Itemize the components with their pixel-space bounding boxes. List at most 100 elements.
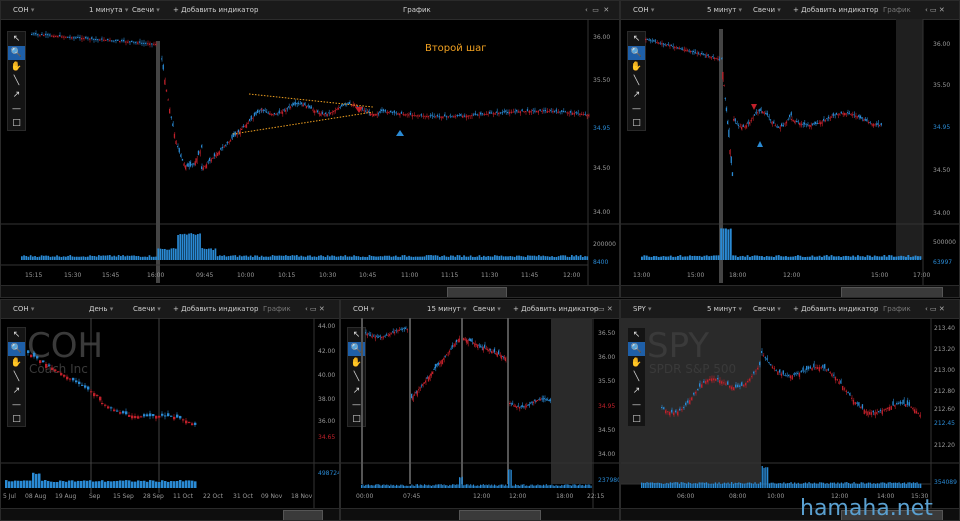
tab-chart[interactable]: График [263,300,291,318]
y-axis-label: 213.00 [934,367,955,374]
candle [291,103,293,106]
volume-bar [406,256,408,260]
navigator[interactable] [341,508,619,520]
candle [399,113,401,116]
add-indicator-button[interactable]: + Добавить индикатор [793,300,878,318]
arrow-icon[interactable]: ↗ [628,384,645,398]
volume-bar [774,483,776,488]
candle [737,124,739,126]
navigator-window[interactable] [841,287,943,297]
add-indicator-button[interactable]: + Добавить индикатор [513,300,598,318]
symbol-selector[interactable]: COH [13,1,34,19]
add-indicator-button[interactable]: + Добавить индикатор [793,1,878,19]
candle [223,146,225,148]
candle [702,53,704,55]
x-axis-label: 15:15 [25,272,43,279]
chart-type-selector[interactable]: Свечи [473,300,501,318]
navigator-window[interactable] [447,287,507,297]
price-chart-3[interactable] [1,318,340,521]
navigator[interactable] [1,285,619,297]
candle [462,115,464,118]
window-controls[interactable]: ‹ ▭ ✕ [305,300,325,318]
navigator[interactable] [621,285,959,297]
volume-bar [498,485,500,488]
volume-bar [689,483,691,488]
tab-chart[interactable]: График [403,1,431,19]
volume-bar [527,485,529,488]
candle [382,336,384,338]
volume-bar [881,256,883,260]
candle [541,398,543,400]
window-controls[interactable]: ‹ ▭ ✕ [925,1,945,19]
interval-selector[interactable]: 1 минута [89,1,128,19]
candle [723,85,725,86]
volume-bar [393,484,395,488]
chart-type-selector[interactable]: Свечи [753,300,781,318]
candle [77,36,79,38]
hline-icon[interactable]: — [628,398,645,412]
add-indicator-button[interactable]: + Добавить индикатор [173,300,258,318]
candle [827,116,829,119]
interval-selector[interactable]: 5 минут [707,300,742,318]
candle [474,113,476,115]
interval-selector[interactable]: 5 минут [707,1,742,19]
candle [793,373,795,376]
tab-chart[interactable]: График [883,300,911,318]
hand-icon[interactable]: ✋ [628,356,645,370]
tab-chart[interactable]: График [883,1,911,19]
candle [403,327,405,330]
interval-selector[interactable]: 15 минут [427,300,467,318]
symbol-selector[interactable]: COH [353,300,374,318]
volume-bar [134,481,137,488]
candle [667,411,669,413]
volume-bar [716,483,718,488]
rect-icon[interactable]: □ [628,412,645,426]
candle [194,161,196,166]
chart-type-selector[interactable]: Свечи [133,300,161,318]
volume-bar [723,482,726,488]
volume-bar [54,256,56,260]
x-axis-label: 15:45 [102,272,120,279]
candle [500,355,502,359]
line-icon[interactable]: ╲ [628,370,645,384]
price-chart-1[interactable] [1,19,620,298]
interval-selector[interactable]: День [89,300,113,318]
volume-bar [149,480,152,488]
volume-bar [412,256,415,260]
candle [833,374,835,376]
candle [67,36,69,38]
volume-bar [45,255,47,260]
price-chart-2[interactable] [621,19,960,298]
volume-bar [825,255,828,260]
navigator-window[interactable] [459,510,541,520]
navigator-window[interactable] [283,510,323,520]
symbol-selector[interactable]: SPY [633,300,652,318]
window-controls[interactable]: ‹ ▭ ✕ [925,300,945,318]
window-controls[interactable]: ‹ ▭ ✕ [593,300,613,318]
volume-bar [734,255,737,260]
add-indicator-button[interactable]: + Добавить индикатор [173,1,258,19]
symbol-selector[interactable]: COH [633,1,654,19]
chart-type-selector[interactable]: Свечи [753,1,781,19]
chart-type-selector[interactable]: Свечи [132,1,160,19]
candle [711,378,713,382]
symbol-selector[interactable]: COH [13,300,34,318]
candle [54,369,57,372]
price-chart-4[interactable] [341,318,620,521]
candle [207,161,209,163]
chart-annotation[interactable]: Второй шаг [425,43,486,54]
volume-bar [579,484,581,488]
candle [575,111,577,114]
x-axis-label: 16:00 [147,272,165,279]
volume-bar [432,255,435,260]
volume-bar [377,256,380,260]
candle [672,46,674,48]
cursor-icon[interactable]: ↖ [628,328,645,342]
window-controls[interactable]: ‹ ▭ ✕ [585,1,609,19]
volume-bar [790,482,792,488]
zoom-icon[interactable]: 🔍 [628,342,645,356]
y-axis-label: 36.50 [598,330,616,337]
candle [662,43,664,45]
volume-bar [679,255,682,260]
navigator[interactable] [1,508,339,520]
